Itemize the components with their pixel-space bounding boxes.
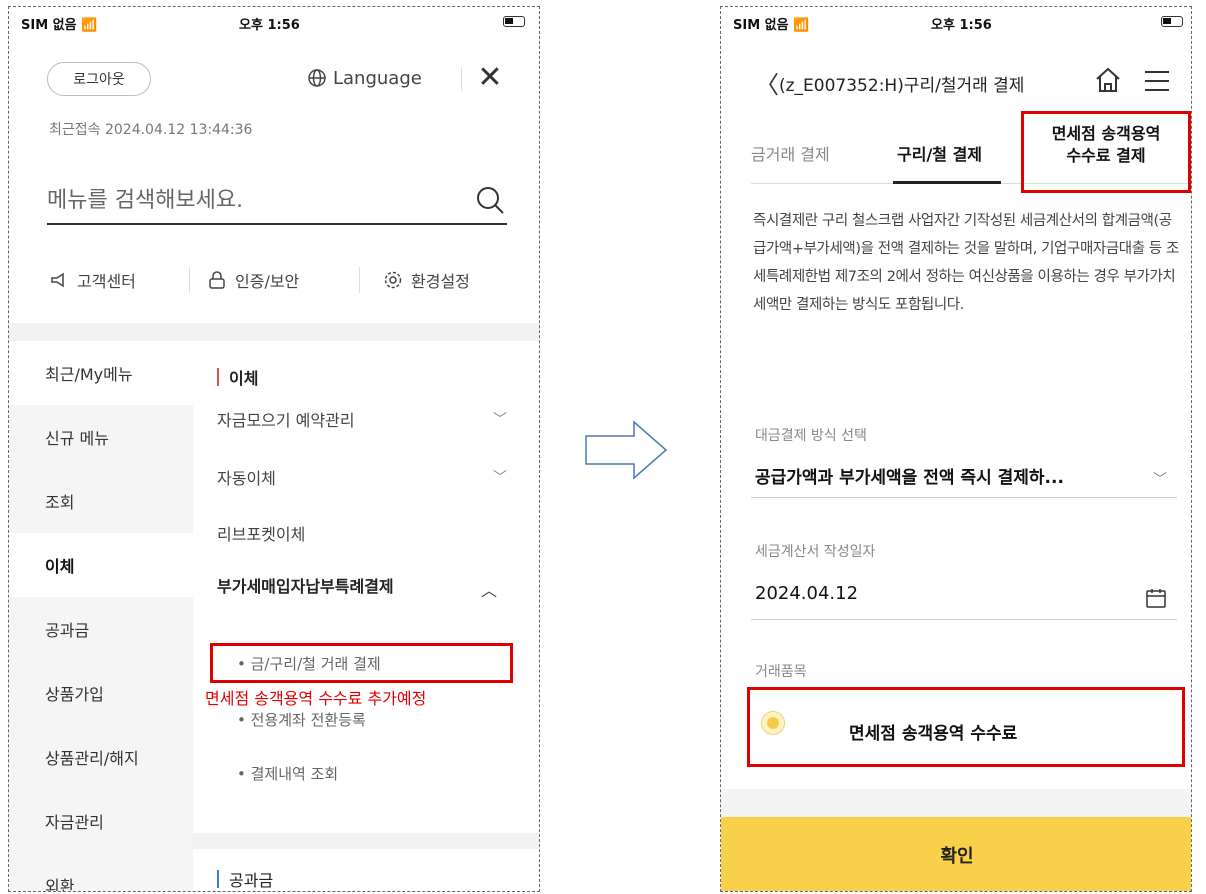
field-underline — [751, 619, 1177, 620]
page-header: 〈 (z_E007352:H)구리/철거래 결제 — [721, 65, 1191, 105]
status-bar: SIM 없음 📶 오후 1:56 — [9, 7, 539, 35]
field-underline — [751, 497, 1177, 498]
nav-item-product-join[interactable]: 상품가입 — [9, 661, 193, 725]
section-marker — [217, 368, 219, 386]
auth-security-label: 인증/보안 — [235, 272, 300, 291]
annotation-note: 면세점 송객용역 수수료 추가예정 — [205, 689, 427, 708]
divider — [359, 267, 360, 293]
confirm-button[interactable]: 확인 — [721, 817, 1191, 891]
globe-icon — [308, 69, 326, 87]
date-label: 세금계산서 작성일자 — [755, 544, 876, 560]
chevron-down-icon: ﹀ — [493, 470, 507, 486]
sub-item-vat-special[interactable]: 부가세매입자납부특례결제 — [217, 575, 447, 599]
side-nav: 최근/My메뉴 신규 메뉴 조회 이체 공과금 상품가입 상품관리/해지 자금관… — [9, 341, 193, 891]
section-separator — [9, 323, 539, 341]
nav-item-transfer[interactable]: 이체 — [9, 533, 193, 597]
chevron-down-icon: ﹀ — [493, 412, 507, 428]
calendar-icon[interactable] — [1145, 587, 1167, 609]
last-login-time: 최근접속 2024.04.12 13:44:36 — [49, 122, 253, 138]
status-bar: SIM 없음 📶 오후 1:56 — [721, 7, 1191, 35]
chevron-down-icon[interactable]: ﹀ — [1153, 469, 1167, 489]
left-phone-screen: SIM 없음 📶 오후 1:56 로그아웃 Language ✕ 최근접속 20… — [8, 6, 540, 892]
nav-item-product-manage[interactable]: 상품관리/해지 — [9, 725, 193, 789]
settings-link[interactable]: 환경설정 — [383, 265, 470, 295]
description-text: 즉시결제란 구리 철스크랩 사업자간 기작성된 세금계산서의 합계금액(공급가액… — [753, 213, 1179, 313]
battery-icon — [1161, 16, 1183, 27]
search-icon[interactable] — [475, 185, 505, 215]
wifi-icon: 📶 — [793, 18, 810, 33]
logout-button[interactable]: 로그아웃 — [47, 62, 151, 96]
divider — [461, 67, 462, 91]
lock-icon — [209, 271, 225, 289]
section-title-utility: 공과금 — [217, 867, 273, 891]
gear-icon — [384, 271, 402, 289]
subsub-item-account-convert[interactable]: • 전용계좌 전환등록 — [237, 709, 366, 730]
subsub-item-history[interactable]: • 결제내역 조회 — [237, 763, 338, 784]
highlight-box — [1021, 111, 1191, 193]
settings-label: 환경설정 — [411, 272, 470, 291]
section-separator — [193, 833, 539, 849]
section-marker — [217, 870, 219, 888]
close-icon[interactable]: ✕ — [475, 62, 505, 94]
clock: 오후 1:56 — [931, 18, 992, 33]
chevron-up-icon[interactable]: ︿ — [481, 577, 497, 601]
payment-method-select[interactable]: 공급가액과 부가세액을 전액 즉시 결제하... — [755, 463, 1064, 488]
nav-item-fund-manage[interactable]: 자금관리 — [9, 789, 193, 853]
back-arrow-icon[interactable]: 〈 — [755, 65, 779, 100]
language-label: Language — [333, 67, 422, 89]
carrier-label: SIM 없음 📶 — [21, 18, 98, 33]
divider — [189, 267, 190, 293]
nav-item-new[interactable]: 신규 메뉴 — [9, 405, 193, 469]
hamburger-menu-icon[interactable] — [1143, 69, 1171, 93]
invoice-date-input[interactable]: 2024.04.12 — [755, 583, 858, 604]
right-phone-screen: SIM 없음 📶 오후 1:56 〈 (z_E007352:H)구리/철거래 결… — [720, 6, 1192, 892]
sub-item-livpocket[interactable]: 리브포켓이체 — [217, 521, 507, 545]
nav-item-utility[interactable]: 공과금 — [9, 597, 193, 661]
home-icon[interactable] — [1093, 65, 1123, 95]
wifi-icon: 📶 — [81, 18, 98, 33]
sub-item-savings[interactable]: 자금모으기 예약관리 ﹀ — [217, 407, 507, 431]
auth-security-link[interactable]: 인증/보안 — [207, 265, 299, 295]
battery-icon — [503, 16, 525, 27]
tab-gold-payment[interactable]: 금거래 결제 — [751, 141, 830, 165]
page-title: (z_E007352:H)구리/철거래 결제 — [779, 76, 1025, 96]
nav-item-forex[interactable]: 외환 — [9, 853, 193, 891]
carrier-label: SIM 없음 📶 — [733, 18, 810, 33]
highlight-box — [747, 687, 1185, 767]
section-title: 이체 — [217, 365, 258, 389]
sub-item-auto-transfer[interactable]: 자동이체 ﹀ — [217, 465, 507, 489]
customer-center-link[interactable]: 고객센터 — [49, 265, 136, 295]
highlight-box — [210, 643, 513, 683]
item-label: 거래품목 — [755, 664, 807, 680]
search-input[interactable] — [47, 177, 507, 225]
language-button[interactable]: Language — [307, 63, 422, 93]
active-tab-indicator — [893, 181, 1001, 184]
clock: 오후 1:56 — [239, 18, 300, 33]
customer-center-label: 고객센터 — [77, 272, 136, 291]
nav-item-inquiry[interactable]: 조회 — [9, 469, 193, 533]
section-separator — [721, 789, 1191, 817]
tab-copper-iron-payment[interactable]: 구리/철 결제 — [897, 141, 982, 165]
nav-item-recent[interactable]: 최근/My메뉴 — [9, 341, 193, 405]
arrow-right-icon — [585, 420, 668, 480]
method-label: 대금결제 방식 선택 — [755, 428, 867, 444]
megaphone-icon — [51, 272, 64, 288]
